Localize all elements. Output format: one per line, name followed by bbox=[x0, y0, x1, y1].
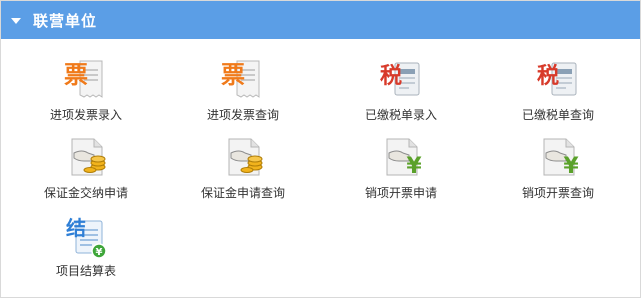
union-units-panel: 联营单位 票 进项发票录入 票 进项发票查询 税 已缴税单录入 税 已缴税单查询… bbox=[0, 0, 641, 298]
deposit-payment-icon bbox=[60, 133, 112, 183]
invoice-entry-item[interactable]: 票 进项发票录入 bbox=[21, 39, 151, 122]
invoice-entry-icon: 票 bbox=[60, 55, 112, 105]
svg-text:¥: ¥ bbox=[96, 247, 103, 258]
sales-invoice-query-item[interactable]: ¥ 销项开票查询 bbox=[493, 117, 623, 200]
sales-invoice-query-icon: ¥ bbox=[532, 133, 584, 183]
function-grid: 票 进项发票录入 票 进项发票查询 税 已缴税单录入 税 已缴税单查询 保证金交… bbox=[1, 39, 640, 297]
deposit-query-icon bbox=[217, 133, 269, 183]
collapse-triangle-icon[interactable] bbox=[11, 18, 21, 24]
deposit-payment-item[interactable]: 保证金交纳申请 bbox=[21, 117, 151, 200]
panel-title: 联营单位 bbox=[33, 11, 98, 30]
svg-text:票: 票 bbox=[64, 61, 88, 89]
svg-text:税: 税 bbox=[537, 63, 559, 89]
tax-query-icon: 税 bbox=[532, 55, 584, 105]
settlement-sheet-item[interactable]: 结 ¥ 项目结算表 bbox=[21, 195, 151, 278]
item-label: 销项开票查询 bbox=[521, 186, 594, 200]
svg-text:¥: ¥ bbox=[406, 154, 422, 179]
tax-query-item[interactable]: 税 已缴税单查询 bbox=[493, 39, 623, 122]
invoice-query-item[interactable]: 票 进项发票查询 bbox=[178, 39, 308, 122]
item-label: 保证金申请查询 bbox=[200, 186, 285, 200]
deposit-query-item[interactable]: 保证金申请查询 bbox=[178, 117, 308, 200]
svg-text:结: 结 bbox=[66, 216, 86, 240]
svg-text:税: 税 bbox=[380, 63, 402, 89]
item-label: 销项开票申请 bbox=[364, 186, 437, 200]
invoice-query-icon: 票 bbox=[217, 55, 269, 105]
sales-invoice-apply-item[interactable]: ¥ 销项开票申请 bbox=[336, 117, 466, 200]
sales-invoice-apply-icon: ¥ bbox=[375, 133, 427, 183]
tax-entry-icon: 税 bbox=[375, 55, 427, 105]
tax-entry-item[interactable]: 税 已缴税单录入 bbox=[336, 39, 466, 122]
svg-text:票: 票 bbox=[221, 61, 245, 89]
item-label: 项目结算表 bbox=[55, 264, 116, 278]
svg-text:¥: ¥ bbox=[563, 154, 579, 179]
panel-header[interactable]: 联营单位 bbox=[1, 1, 640, 39]
settlement-sheet-icon: 结 ¥ bbox=[60, 211, 112, 261]
